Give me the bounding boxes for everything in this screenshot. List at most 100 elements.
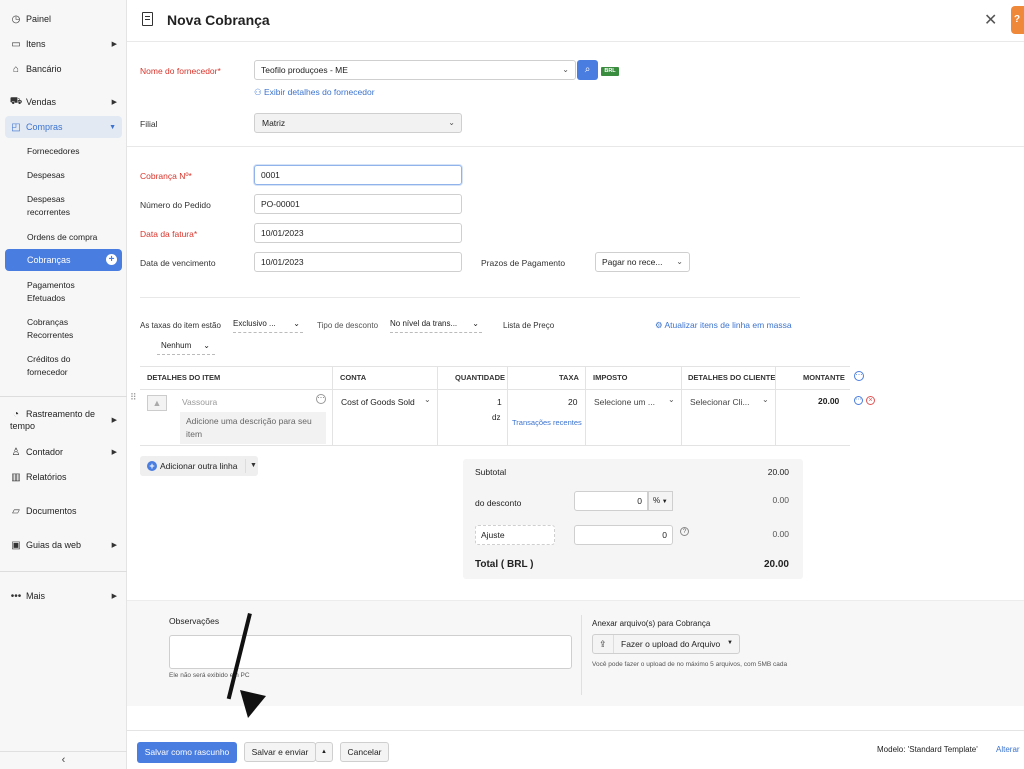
sidebar-item-guias-web[interactable]: ▣ Guias da web ▶ [0,538,127,552]
image-placeholder-icon[interactable]: ▲ [147,395,167,411]
payment-terms-select[interactable]: Pagar no rece... ⌄ [595,252,690,272]
sidebar-divider [0,571,127,572]
vendor-select[interactable]: Teofilo produçoes - ME ⌄ [254,60,576,80]
sidebar-sub-cobrancas[interactable]: Cobranças + [5,249,122,271]
sidebar-item-contador[interactable]: ♙ Contador ▶ [0,445,127,459]
bill-number-input[interactable]: 0001 [254,165,462,185]
sidebar-item-vendas[interactable]: ⛟ Vendas ▶ [0,95,127,109]
caret-down-icon: ▼ [727,640,733,646]
discount-value: 0.00 [772,495,789,505]
sidebar-item-rastreamento[interactable]: ◔ Rastreamento de tempo ▶ [0,407,127,433]
account-value[interactable]: Cost of Goods Sold [341,397,415,407]
sidebar-sub-cobrancas-recorrentes[interactable]: Cobranças Recorrentes [27,316,97,342]
currency-badge: BRL [601,67,619,76]
accountant-icon: ♙ [11,446,21,458]
bill-icon [142,12,153,26]
save-send-options-button[interactable]: ▲ [315,742,333,762]
save-send-button[interactable]: Salvar e enviar [244,742,316,762]
subtotal-value: 20.00 [767,467,789,477]
amount-value: 20.00 [818,396,840,406]
sidebar-item-painel[interactable]: ◷ Painel [0,12,127,26]
chevron-down-icon[interactable]: ⌄ [762,395,769,404]
item-options-icon[interactable]: ⋯ [316,394,326,404]
discount-input[interactable]: 0 [574,491,648,511]
change-template-link[interactable]: Alterar [996,745,1020,754]
branch-select[interactable]: Matriz ⌄ [254,113,462,133]
reports-icon: ▥ [11,471,21,483]
adjustment-label-input[interactable]: Ajuste [475,525,555,545]
column-options-icon[interactable]: ⋯ [854,371,864,381]
col-amount: MONTANTE [803,373,845,382]
drag-handle-icon[interactable]: ⠿ [130,392,137,403]
help-button[interactable]: ? [1011,6,1024,34]
bill-number-label: Cobrança Nº* [140,171,192,181]
sidebar-sub-pagamentos-efetuados[interactable]: Pagamentos Efetuados [27,279,97,305]
discount-type-value: No nível da trans... [390,319,458,328]
vendor-value: Teofilo produçoes - ME [261,65,348,75]
sidebar-item-label: Bancário [26,64,62,74]
sidebar-item-compras[interactable]: ◰ Compras ▼ [5,116,122,138]
bill-date-label: Data da fatura* [140,229,198,239]
sidebar-item-documentos[interactable]: ▱ Documentos [0,504,127,518]
row-options-icon[interactable]: ⋯ [854,396,863,405]
add-row-button[interactable]: + Adicionar outra linha ▼ [140,456,258,476]
quantity-value[interactable]: 1 [497,397,502,407]
info-icon[interactable]: ? [680,527,689,536]
pricelist-select[interactable]: Nenhum ⌄ [157,341,215,355]
sidebar-sub-ordens-de-compra[interactable]: Ordens de compra [27,231,97,244]
order-number-input[interactable]: PO-00001 [254,194,462,214]
collapse-sidebar-icon[interactable]: ‹ [0,751,127,769]
recent-transactions-link[interactable]: Transações recentes [512,418,582,427]
sidebar-divider [0,396,127,397]
sidebar-item-relatorios[interactable]: ▥ Relatórios [0,470,127,484]
sidebar-item-label: Documentos [26,506,77,516]
total-value: 20.00 [763,559,789,570]
close-icon[interactable]: ✕ [984,10,997,30]
due-date-input[interactable]: 10/01/2023 [254,252,462,272]
col-divider [332,367,333,445]
discount-unit-select[interactable]: % ▼ [648,491,673,511]
vendor-search-button[interactable]: ⌕ [577,60,598,80]
remove-row-icon[interactable]: × [866,396,875,405]
rate-value[interactable]: 20 [568,397,577,407]
sidebar-item-bancario[interactable]: ⌂ Bancário [0,62,127,76]
tax-select[interactable]: Selecione um ... [594,397,655,407]
add-circle-icon: + [147,461,157,471]
page-title: Nova Cobrança [167,12,270,28]
col-quantity: QUANTIDADE [455,373,505,382]
sidebar-sub-despesas-recorrentes[interactable]: Despesas recorrentes [27,193,107,219]
tax-mode-select[interactable]: Exclusivo ... ⌄ [233,319,303,333]
upload-icon: ⇪ [599,639,607,649]
item-name[interactable]: Vassoura [182,397,217,407]
sidebar-item-mais[interactable]: ••• Mais ▶ [0,589,127,603]
upload-file-button[interactable]: ⇪ Fazer o upload do Arquivo ▼ [592,634,740,654]
cancel-button[interactable]: Cancelar [340,742,389,762]
vendor-details-link[interactable]: ⚇ Exibir detalhes do fornecedor [254,87,375,98]
chevron-down-icon[interactable]: ⌄ [424,395,431,404]
chevron-right-icon: ▶ [111,542,117,549]
sidebar-sub-fornecedores[interactable]: Fornecedores [27,145,79,158]
sidebar-item-itens[interactable]: ▭ Itens ▶ [0,37,127,51]
sidebar-sub-creditos-fornecedor[interactable]: Créditos do fornecedor [27,353,97,379]
chevron-down-icon: ⌄ [203,341,210,350]
sidebar-sub-despesas[interactable]: Despesas [27,169,65,182]
sidebar-item-label: Mais [26,591,46,601]
bulk-update-link[interactable]: ⚙ Atualizar itens de linha em massa [655,320,792,331]
upload-label: Fazer o upload do Arquivo [621,639,721,649]
chevron-down-icon[interactable]: ⌄ [668,395,675,404]
col-divider [507,367,508,445]
item-description-input[interactable]: Adicione uma descrição para seu item [180,412,326,444]
bill-date-input[interactable]: 10/01/2023 [254,223,462,243]
payment-terms-label: Prazos de Pagamento [481,258,566,268]
payment-terms-value: Pagar no rece... [602,257,663,267]
customer-select[interactable]: Selecionar Cli... [690,397,750,407]
col-divider [585,367,586,445]
notes-textarea[interactable] [169,635,572,669]
adjustment-input[interactable]: 0 [574,525,673,545]
col-tax: IMPOSTO [593,373,628,382]
discount-type-select[interactable]: No nível da trans... ⌄ [390,319,482,333]
add-bill-icon[interactable]: + [106,254,117,265]
bank-icon: ⌂ [12,63,20,75]
caret-down-icon[interactable]: ▼ [245,459,257,473]
save-draft-button[interactable]: Salvar como rascunho [137,742,237,763]
